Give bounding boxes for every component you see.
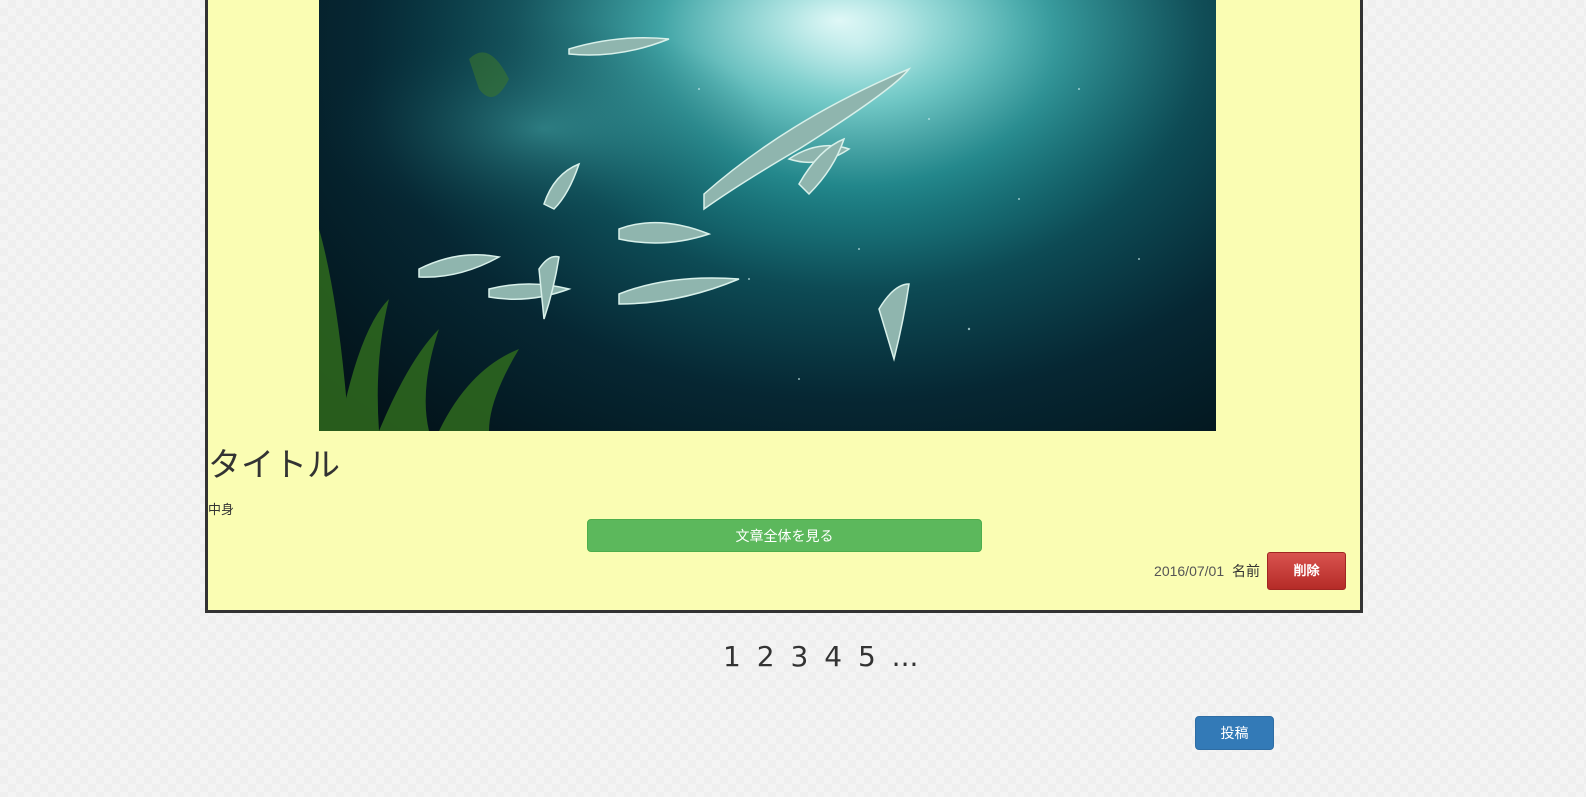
- post-date: 2016/07/01: [1154, 563, 1225, 579]
- post-body: 中身: [208, 503, 235, 518]
- post-meta: 2016/07/01 名前: [1150, 561, 1260, 581]
- fish-scene-illustration: [319, 0, 1216, 431]
- pagination-ellipsis: ...: [891, 640, 919, 673]
- post-card: タイトル 中身 文章全体を見る 2016/07/01 名前 削除: [205, 0, 1363, 613]
- post-author: 名前: [1232, 563, 1260, 579]
- page-link-3[interactable]: 3: [790, 640, 808, 673]
- page-link-2[interactable]: 2: [757, 640, 775, 673]
- submit-post-button[interactable]: 投稿: [1195, 716, 1274, 750]
- read-more-button[interactable]: 文章全体を見る: [587, 519, 982, 552]
- pagination: 1 2 3 4 5 ...: [723, 640, 918, 673]
- page-link-5[interactable]: 5: [858, 640, 876, 673]
- post-title: タイトル: [208, 445, 340, 484]
- delete-button[interactable]: 削除: [1267, 552, 1346, 590]
- post-image: [319, 0, 1216, 431]
- page-link-1[interactable]: 1: [723, 640, 741, 673]
- page-link-4[interactable]: 4: [824, 640, 842, 673]
